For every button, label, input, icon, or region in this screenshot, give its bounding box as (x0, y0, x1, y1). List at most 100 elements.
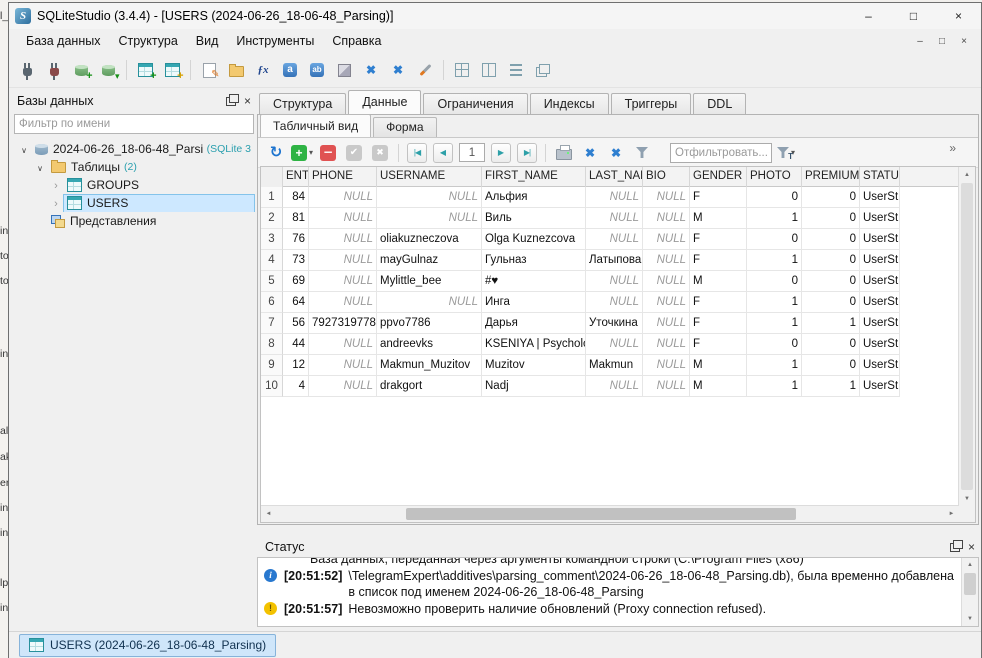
scroll-up-icon[interactable]: ▲ (962, 558, 978, 572)
mdi-close-button[interactable]: × (953, 32, 975, 50)
grid-cell[interactable]: NULL (643, 334, 690, 355)
grid-cell[interactable]: 0 (802, 355, 860, 376)
v-scrollbar-thumb[interactable] (961, 183, 973, 490)
grid-cell[interactable]: 64 (283, 292, 309, 313)
tree-item-groups[interactable]: GROUPS (11, 176, 255, 194)
grid-cell[interactable]: NULL (643, 271, 690, 292)
grid-cell[interactable]: 1 (747, 355, 802, 376)
grid-cell[interactable]: NULL (309, 250, 377, 271)
grid-vertical-scrollbar[interactable]: ▲ ▼ (958, 167, 975, 506)
fit-rows-button[interactable] (604, 141, 628, 165)
grid-cell[interactable]: 81 (283, 208, 309, 229)
grid-cell[interactable]: 0 (802, 250, 860, 271)
column-header-username[interactable]: USERNAME (377, 167, 482, 187)
tile-vertical-button[interactable] (476, 57, 502, 83)
float-status-panel-icon[interactable] (950, 543, 960, 552)
apply-filter-button[interactable] (630, 141, 654, 165)
toolbar-overflow-icon[interactable]: » (949, 141, 956, 155)
tab-indexes[interactable]: Индексы (530, 93, 609, 114)
grid-cell[interactable]: F (690, 250, 747, 271)
grid-cell[interactable]: UserSt (860, 376, 900, 397)
grid-cell[interactable]: F (690, 334, 747, 355)
scroll-up-icon[interactable]: ▲ (959, 167, 975, 182)
grid-cell[interactable]: NULL (643, 376, 690, 397)
grid-cell[interactable]: M (690, 355, 747, 376)
grid-cell[interactable]: 0 (802, 292, 860, 313)
grid-cell[interactable]: 69 (283, 271, 309, 292)
grid-cell[interactable]: 0 (802, 208, 860, 229)
grid-cell[interactable]: NULL (586, 187, 643, 208)
grid-cell[interactable]: Дарья (482, 313, 586, 334)
h-scrollbar-thumb[interactable] (406, 508, 796, 520)
grid-cell[interactable]: NULL (586, 292, 643, 313)
tab-structure[interactable]: Структура (259, 93, 346, 114)
grid-cell[interactable]: 12 (283, 355, 309, 376)
grid-cell[interactable]: 73 (283, 250, 309, 271)
grid-cell[interactable]: UserSt (860, 313, 900, 334)
scroll-down-icon[interactable]: ▼ (962, 612, 978, 626)
grid-cell[interactable]: Уточкина (586, 313, 643, 334)
arrange-windows-button[interactable] (449, 57, 475, 83)
row-number[interactable]: 10 (261, 376, 283, 397)
grid-cell[interactable]: 0 (747, 229, 802, 250)
tree-item-users[interactable]: USERS (11, 194, 255, 212)
grid-cell[interactable]: NULL (643, 250, 690, 271)
grid-cell[interactable]: NULL (643, 355, 690, 376)
grid-cell[interactable]: 1 (747, 250, 802, 271)
tab-constraints[interactable]: Ограничения (423, 93, 527, 114)
row-number[interactable]: 5 (261, 271, 283, 292)
filter-mode-button[interactable] (774, 141, 798, 165)
first-page-button[interactable] (405, 141, 429, 165)
grid-cell[interactable]: NULL (309, 292, 377, 313)
grid-horizontal-scrollbar[interactable]: ◄ ► (261, 505, 959, 522)
row-number[interactable]: 4 (261, 250, 283, 271)
mdi-minimize-button[interactable]: – (909, 32, 931, 50)
grid-cell[interactable]: Альфия (482, 187, 586, 208)
grid-cell[interactable]: Olga Kuznezcova (482, 229, 586, 250)
menu-database[interactable]: База данных (17, 31, 109, 51)
grid-cell[interactable]: Makmun_Muzitov (377, 355, 482, 376)
column-header-bio[interactable]: BIO (643, 167, 690, 187)
tree-item-views[interactable]: Представления (11, 212, 255, 230)
commit-changes-button[interactable] (342, 141, 366, 165)
grid-cell[interactable]: 76 (283, 229, 309, 250)
grid-cell[interactable]: NULL (309, 271, 377, 292)
page-number-box[interactable]: 1 (459, 143, 485, 162)
row-number[interactable]: 6 (261, 292, 283, 313)
cascade-windows-button[interactable] (530, 57, 556, 83)
collations-button[interactable] (277, 57, 303, 83)
grid-cell[interactable]: NULL (309, 334, 377, 355)
grid-corner-cell[interactable] (261, 167, 283, 187)
grid-cell[interactable]: 0 (802, 271, 860, 292)
expander-icon[interactable] (33, 160, 47, 174)
row-number[interactable]: 9 (261, 355, 283, 376)
minimize-button[interactable]: – (846, 3, 891, 29)
grid-cell[interactable]: 0 (802, 334, 860, 355)
grid-cell[interactable]: 0 (747, 271, 802, 292)
grid-cell[interactable]: NULL (377, 208, 482, 229)
rollback-changes-button[interactable] (368, 141, 392, 165)
grid-cell[interactable]: 44 (283, 334, 309, 355)
grid-cell[interactable]: Виль (482, 208, 586, 229)
tree-item-database[interactable]: 2024-06-26_18-06-48_Parsing(SQLite 3 (11, 140, 255, 158)
column-header-premium[interactable]: PREMIUM (802, 167, 860, 187)
grid-cell[interactable]: drakgort (377, 376, 482, 397)
grid-cell[interactable]: M (690, 271, 747, 292)
column-header-ent[interactable]: ENT (283, 167, 309, 187)
add-database-button[interactable] (68, 57, 94, 83)
grid-cell[interactable]: 79273197786 (309, 313, 377, 334)
grid-cell[interactable]: UserSt (860, 208, 900, 229)
float-panel-icon[interactable] (226, 97, 236, 106)
grid-cell[interactable]: NULL (586, 271, 643, 292)
create-view-button[interactable] (159, 57, 185, 83)
extensions-button[interactable] (331, 57, 357, 83)
grid-cell[interactable]: 0 (802, 229, 860, 250)
menu-help[interactable]: Справка (323, 31, 390, 51)
column-header-phone[interactable]: PHONE (309, 167, 377, 187)
grid-cell[interactable]: NULL (309, 376, 377, 397)
subtab-grid-view[interactable]: Табличный вид (260, 114, 371, 137)
grid-filter-input[interactable] (670, 143, 772, 163)
grid-cell[interactable]: 1 (747, 208, 802, 229)
tab-triggers[interactable]: Триггеры (611, 93, 692, 114)
status-scrollbar[interactable]: ▲ ▼ (961, 558, 978, 626)
